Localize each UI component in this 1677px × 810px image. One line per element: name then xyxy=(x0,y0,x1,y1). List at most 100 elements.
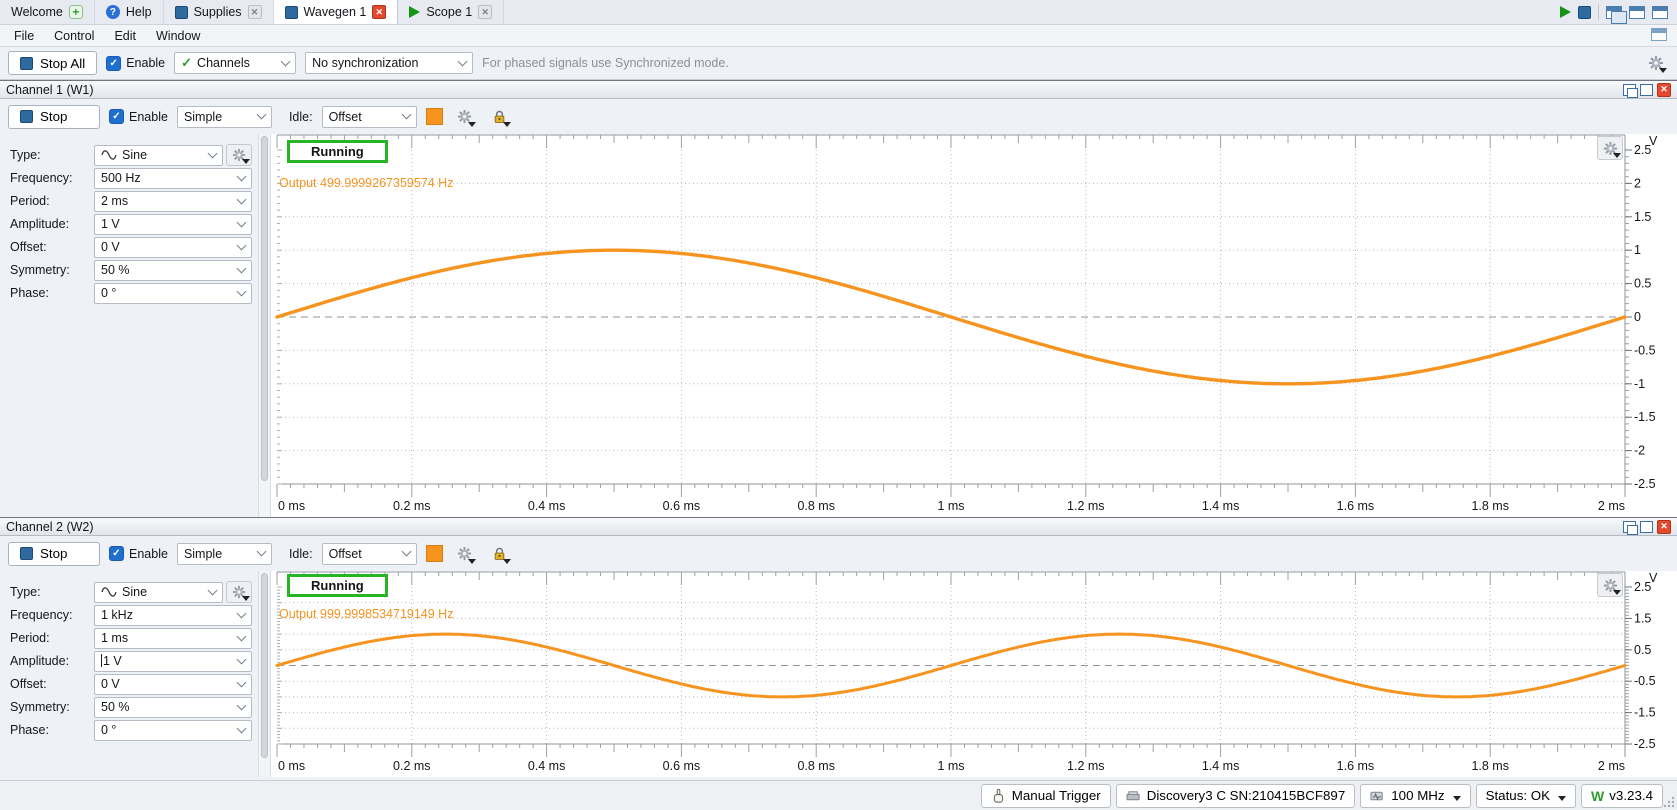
ch2-frequency-select[interactable]: 1 kHz xyxy=(94,605,252,626)
stop-square-icon xyxy=(20,57,33,70)
close-tab-icon[interactable]: ✕ xyxy=(372,5,386,19)
ch2-stop-button[interactable]: Stop xyxy=(8,542,100,566)
float-window-icon[interactable] xyxy=(1652,6,1668,19)
ch1-plot-gear-button[interactable] xyxy=(1597,136,1623,160)
field-row: Period: 1 ms xyxy=(10,627,252,649)
dropdown-arrow-icon xyxy=(1613,590,1621,595)
maximize-panel-icon[interactable] xyxy=(1640,84,1653,96)
ch2-type-options-gear-button[interactable] xyxy=(226,581,252,603)
ch2-idle-select[interactable]: Offset xyxy=(322,543,417,565)
ch1-offset-select[interactable]: 0 V xyxy=(94,237,252,258)
ch1-enable-checkbox[interactable]: ✓ Enable xyxy=(109,109,168,124)
ch2-panel-scrollbar[interactable] xyxy=(258,571,271,777)
tab-wavegen[interactable]: Wavegen 1 ✕ xyxy=(274,0,399,24)
ch1-frequency-select[interactable]: 500 Hz xyxy=(94,168,252,189)
ch2-type-select[interactable]: Sine xyxy=(94,582,223,603)
channel-2-body: Type: Sine Frequency: xyxy=(0,571,1677,777)
ch1-type-value: Sine xyxy=(122,148,147,162)
ch1-phase-select[interactable]: 0 ° xyxy=(94,283,252,304)
close-tab-icon[interactable]: ✕ xyxy=(478,5,492,19)
ch1-amplitude-select[interactable]: 1 V xyxy=(94,214,252,235)
menu-control[interactable]: Control xyxy=(44,27,104,45)
chevron-down-icon xyxy=(237,217,247,227)
ch1-settings-gear-button[interactable] xyxy=(452,105,478,129)
ch2-color-swatch[interactable] xyxy=(426,545,443,562)
svg-text:-2.5: -2.5 xyxy=(1634,737,1656,751)
channel-2-header[interactable]: Channel 2 (W2) ✕ xyxy=(0,517,1677,536)
device-button[interactable]: Discovery3 C SN:210415BCF897 xyxy=(1116,784,1356,808)
ch1-waveform-plot[interactable]: 2.521.510.50-0.5-1-1.5-2-2.5V0 ms0.2 ms0… xyxy=(271,134,1677,517)
chevron-down-icon xyxy=(237,608,247,618)
tab-welcome[interactable]: Welcome + xyxy=(0,0,95,24)
ch1-color-swatch[interactable] xyxy=(426,108,443,125)
cascade-windows-icon[interactable] xyxy=(1606,6,1622,19)
close-panel-icon[interactable]: ✕ xyxy=(1657,83,1671,97)
ch1-type-select[interactable]: Sine xyxy=(94,145,223,166)
ch1-lock-button[interactable] xyxy=(487,105,513,129)
ch2-amplitude-select[interactable]: 1 V xyxy=(94,651,252,672)
channel-1-body: Type: Sine Frequency: xyxy=(0,134,1677,517)
ch2-stop-label: Stop xyxy=(40,546,67,561)
chevron-down-icon xyxy=(237,631,247,641)
dropdown-arrow-icon xyxy=(1453,796,1461,801)
ch1-amplitude-label: Amplitude: xyxy=(10,217,94,231)
ch2-lock-button[interactable] xyxy=(487,542,513,566)
ch1-type-options-gear-button[interactable] xyxy=(226,144,252,166)
ch1-idle-select[interactable]: Offset xyxy=(322,106,417,128)
dropdown-arrow-icon xyxy=(503,559,511,564)
stop-all-button[interactable]: Stop All xyxy=(8,51,97,75)
channel-1-header[interactable]: Channel 1 (W1) ✕ xyxy=(0,80,1677,99)
ch1-panel-scrollbar[interactable] xyxy=(258,134,271,517)
scrollbar-thumb[interactable] xyxy=(261,573,268,758)
manual-trigger-button[interactable]: Manual Trigger xyxy=(981,784,1111,808)
restore-panel-icon[interactable] xyxy=(1623,84,1636,96)
tab-scope[interactable]: Scope 1 ✕ xyxy=(398,0,504,24)
ch2-phase-select[interactable]: 0 ° xyxy=(94,720,252,741)
menu-edit[interactable]: Edit xyxy=(104,27,146,45)
channels-select[interactable]: ✓ Channels xyxy=(174,52,296,74)
ch2-symmetry-select[interactable]: 50 % xyxy=(94,697,252,718)
ch2-settings-gear-button[interactable] xyxy=(452,542,478,566)
stop-all-icon[interactable] xyxy=(1578,6,1591,19)
resize-grip[interactable] xyxy=(1663,796,1675,808)
ch2-enable-checkbox[interactable]: ✓ Enable xyxy=(109,546,168,561)
dropdown-arrow-icon xyxy=(468,559,476,564)
ch2-mode-select[interactable]: Simple xyxy=(177,543,272,565)
ch1-offset-label: Offset: xyxy=(10,240,94,254)
ch2-waveform-plot[interactable]: 2.51.50.5-0.5-1.5-2.5V0 ms0.2 ms0.4 ms0.… xyxy=(271,571,1677,777)
ch2-offset-select[interactable]: 0 V xyxy=(94,674,252,695)
svg-text:0.6 ms: 0.6 ms xyxy=(663,759,701,773)
channel-1-title: Channel 1 (W1) xyxy=(6,83,94,97)
tab-help[interactable]: ? Help xyxy=(95,0,164,24)
run-all-icon[interactable] xyxy=(1560,6,1571,18)
restore-panel-icon[interactable] xyxy=(1623,521,1636,533)
menu-window[interactable]: Window xyxy=(146,27,210,45)
master-enable-checkbox[interactable]: ✓ Enable xyxy=(106,56,165,71)
ch1-enable-label: Enable xyxy=(129,110,168,124)
menu-file[interactable]: File xyxy=(4,27,44,45)
channel-1-settings-panel: Type: Sine Frequency: xyxy=(0,134,258,517)
ch2-type-label: Type: xyxy=(10,585,94,599)
ch2-period-select[interactable]: 1 ms xyxy=(94,628,252,649)
ch1-symmetry-select[interactable]: 50 % xyxy=(94,260,252,281)
scrollbar-thumb[interactable] xyxy=(261,136,268,481)
close-tab-icon[interactable]: ✕ xyxy=(248,5,262,19)
ch1-period-select[interactable]: 2 ms xyxy=(94,191,252,212)
svg-text:0: 0 xyxy=(1634,310,1641,324)
maximize-panel-icon[interactable] xyxy=(1640,521,1653,533)
add-tab-icon[interactable]: + xyxy=(69,5,83,19)
status-button[interactable]: Status: OK xyxy=(1476,784,1576,808)
version-button[interactable]: W v3.23.4 xyxy=(1581,784,1663,808)
svg-text:-0.5: -0.5 xyxy=(1634,674,1656,688)
wavegen-options-gear-button[interactable] xyxy=(1643,51,1669,75)
ch1-mode-select[interactable]: Simple xyxy=(177,106,272,128)
close-panel-icon[interactable]: ✕ xyxy=(1657,520,1671,534)
chevron-down-icon xyxy=(237,240,247,250)
tile-windows-icon[interactable] xyxy=(1629,6,1645,19)
ch1-stop-button[interactable]: Stop xyxy=(8,105,100,129)
tab-supplies[interactable]: Supplies ✕ xyxy=(164,0,274,24)
clock-frequency-button[interactable]: 100 MHz xyxy=(1360,784,1470,808)
synchronization-select[interactable]: No synchronization xyxy=(305,52,473,74)
ch2-plot-gear-button[interactable] xyxy=(1597,573,1623,597)
undock-panel-icon[interactable] xyxy=(1651,28,1667,41)
